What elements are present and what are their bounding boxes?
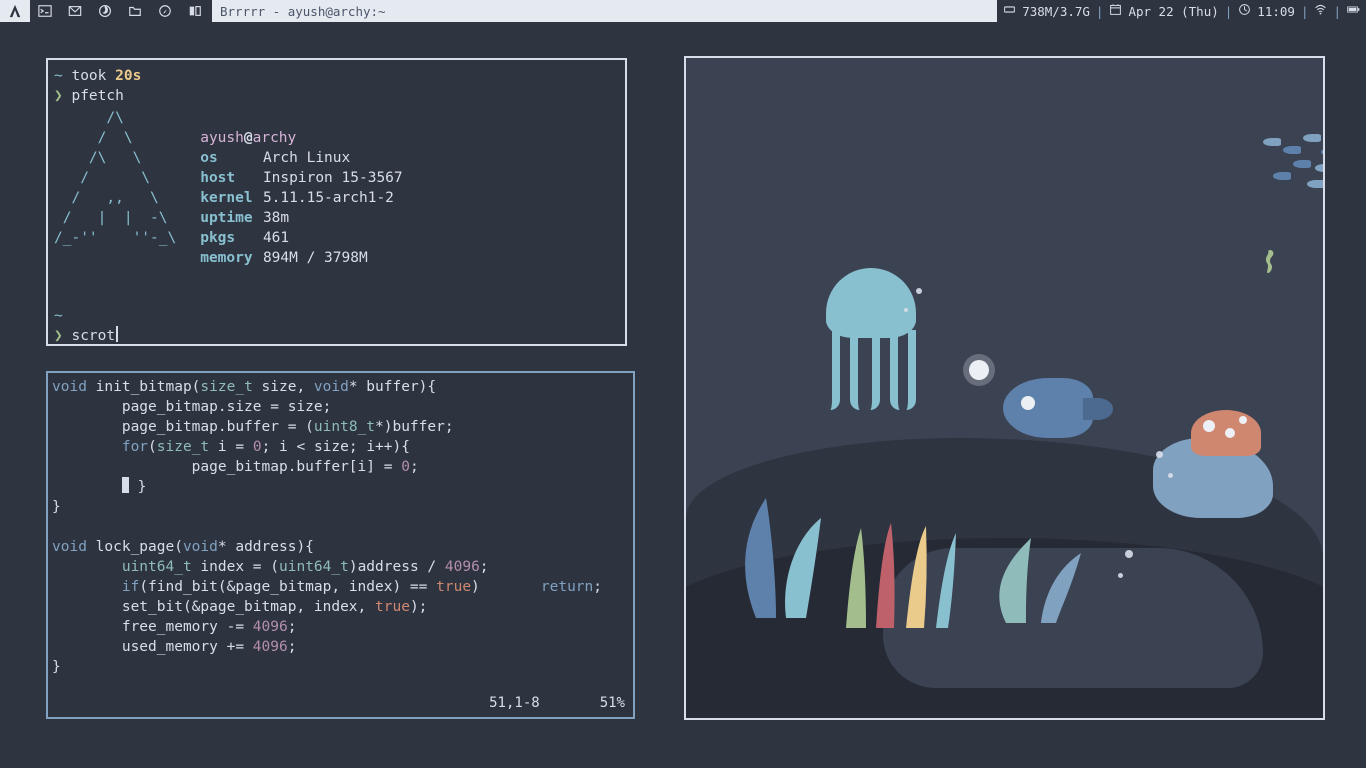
rock-mushroom-icon <box>1153 438 1273 518</box>
command-scrot: scrot <box>71 328 115 344</box>
window-title: Brrrrr - ayush@archy:~ <box>212 0 997 22</box>
pfetch-val-pkgs: 461 <box>263 230 289 246</box>
clock-widget[interactable]: 11:09 <box>1238 3 1295 19</box>
pfetch-user: ayush <box>200 130 244 146</box>
pfetch-key-host: host <box>200 168 254 188</box>
pfetch-key-pkgs: pkgs <box>200 228 254 248</box>
battery-widget[interactable] <box>1347 3 1360 19</box>
underwater-scene-image <box>686 58 1323 718</box>
clock-icon <box>1238 3 1251 19</box>
pfetch-key-kernel: kernel <box>200 188 254 208</box>
coral-icon <box>986 533 1086 623</box>
took-label: took <box>71 68 106 84</box>
workspace-indicator-icon[interactable] <box>180 0 210 22</box>
bar-separator: | <box>1090 4 1110 19</box>
memory-widget[interactable]: 738M/3.7G <box>1003 3 1090 19</box>
date-widget[interactable]: Apr 22 (Thu) <box>1109 3 1218 19</box>
pfetch-val-kernel: 5.11.15-arch1-2 <box>263 190 394 206</box>
memory-text: 738M/3.7G <box>1022 4 1090 19</box>
jellyfish-icon <box>826 268 916 338</box>
prompt-caret-icon: ❯ <box>54 88 63 104</box>
editor-status-line: 51,1-8 51% <box>56 693 625 713</box>
bar-left <box>0 0 210 22</box>
editor-cursor-icon <box>122 477 129 493</box>
text-cursor-icon <box>116 326 118 342</box>
status-bar: Brrrrr - ayush@archy:~ 738M/3.7G | Apr 2… <box>0 0 1366 22</box>
code-editor-window[interactable]: void init_bitmap(size_t size, void* buff… <box>46 371 635 719</box>
bar-separator: | <box>1219 4 1239 19</box>
pfetch-val-host: Inspiron 15-3567 <box>263 170 403 186</box>
pfetch-output: /\ / \ /\ \ / \ / ,, \ / | | -\ /_-'' ''… <box>54 108 619 288</box>
compass-launcher-icon[interactable] <box>150 0 180 22</box>
pfetch-val-uptime: 38m <box>263 210 289 226</box>
arch-logo-icon[interactable] <box>0 0 30 22</box>
command-pfetch: pfetch <box>71 88 123 104</box>
date-text: Apr 22 (Thu) <box>1128 4 1218 19</box>
battery-icon <box>1347 3 1360 19</box>
pfetch-host: archy <box>253 130 297 146</box>
seahorse-icon <box>1263 248 1277 282</box>
pfetch-key-memory: memory <box>200 248 254 268</box>
terminal-pfetch-window[interactable]: ~ took 20s ❯ pfetch /\ / \ /\ \ / \ / ,,… <box>46 58 627 346</box>
time-text: 11:09 <box>1257 4 1295 19</box>
pfetch-val-os: Arch Linux <box>263 150 350 166</box>
window-title-text: Brrrrr - ayush@archy:~ <box>220 4 386 19</box>
files-launcher-icon[interactable] <box>120 0 150 22</box>
pfetch-at: @ <box>244 130 253 146</box>
code-body: void init_bitmap(size_t size, void* buff… <box>52 377 629 677</box>
memory-icon <box>1003 3 1016 19</box>
prompt-caret-icon: ❯ <box>54 328 63 344</box>
bar-separator: | <box>1295 4 1315 19</box>
pfetch-info: ayush@archy os Arch Linux host Inspiron … <box>200 108 402 288</box>
bar-separator: | <box>1327 4 1347 19</box>
pfetch-key-uptime: uptime <box>200 208 254 228</box>
image-viewer-window[interactable] <box>684 56 1325 720</box>
coral-icon <box>836 518 976 628</box>
pfetch-key-os: os <box>200 148 254 168</box>
terminal-launcher-icon[interactable] <box>30 0 60 22</box>
wifi-widget[interactable] <box>1314 3 1327 19</box>
bar-right: 738M/3.7G | Apr 22 (Thu) | 11:09 | | <box>997 3 1366 19</box>
pfetch-val-memory: 894M / 3798M <box>263 250 368 266</box>
prompt-path: ~ <box>54 68 63 84</box>
anglerfish-icon <box>1003 378 1093 438</box>
pfetch-ascii-logo: /\ / \ /\ \ / \ / ,, \ / | | -\ /_-'' ''… <box>54 108 176 288</box>
wifi-icon <box>1314 3 1327 19</box>
editor-scroll-percent: 51% <box>600 693 625 713</box>
command-line-2: ❯ scrot <box>54 326 619 346</box>
firefox-launcher-icon[interactable] <box>90 0 120 22</box>
editor-cursor-position: 51,1-8 <box>489 693 540 713</box>
took-time: 20s <box>115 68 141 84</box>
command-line-1: ❯ pfetch <box>54 86 619 106</box>
mail-launcher-icon[interactable] <box>60 0 90 22</box>
prompt-line: ~ took 20s <box>54 66 619 86</box>
prompt-path-2: ~ <box>54 306 619 326</box>
coral-icon <box>726 468 846 618</box>
calendar-icon <box>1109 3 1122 19</box>
